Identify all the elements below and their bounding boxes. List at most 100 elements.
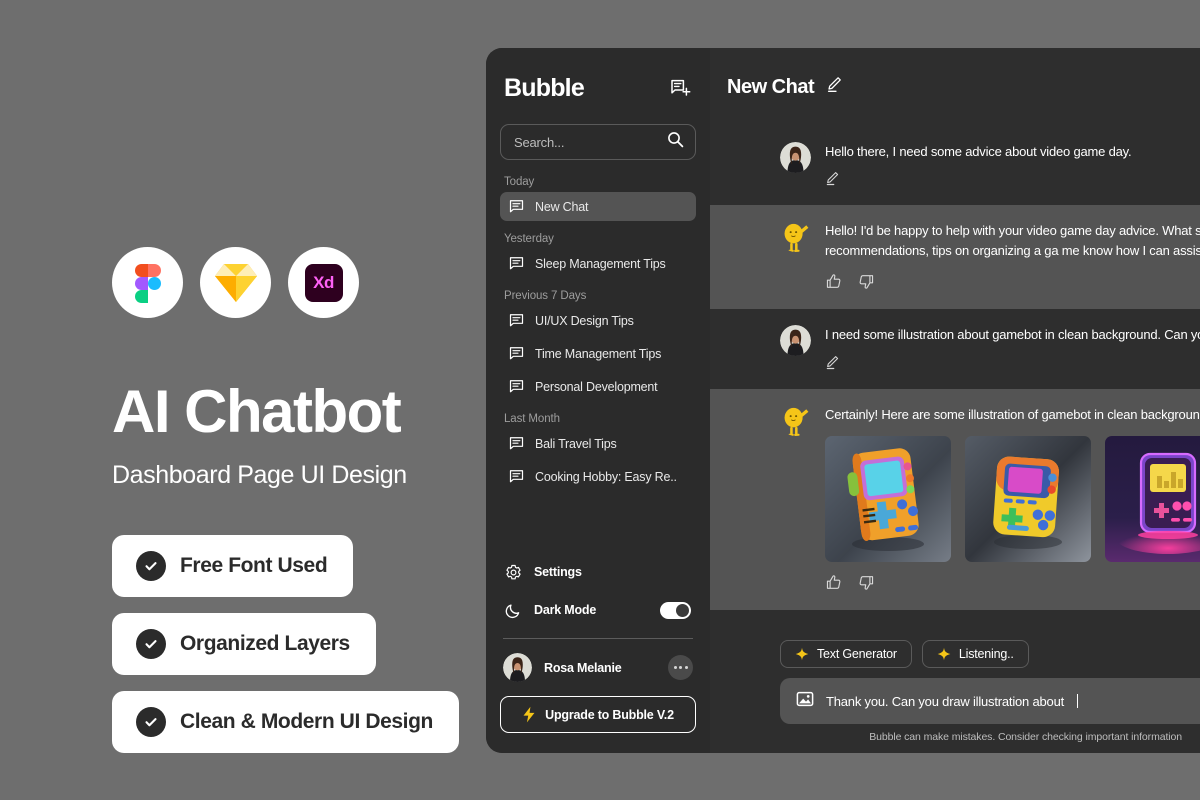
group-label: Today	[504, 176, 535, 188]
composer: Text Generator Listening.. Thank you. Ca…	[710, 628, 1200, 753]
message-input-bar[interactable]: Thank you. Can you draw illustration abo…	[780, 678, 1200, 724]
sidebar: Bubble Today	[486, 48, 710, 753]
edit-message-icon[interactable]	[825, 171, 840, 191]
chat-title: New Chat	[727, 75, 815, 98]
thumbs-down-icon[interactable]	[858, 273, 875, 295]
upgrade-button-label: Upgrade to Bubble V.2	[545, 707, 674, 722]
figma-logo	[112, 247, 183, 318]
chat-bubble-icon	[509, 200, 524, 213]
sidebar-item-ui-ux-design-tips[interactable]: UI/UX Design Tips	[500, 306, 696, 335]
sketch-diamond-icon	[214, 263, 257, 302]
message-row-user: I need some illustration about gamebot i…	[710, 309, 1200, 389]
message-text: I need some illustration about gamebot i…	[825, 327, 1200, 343]
message-row-user: Hello there, I need some advice about vi…	[710, 126, 1200, 206]
chat-bubble-icon	[509, 470, 524, 483]
chip-listening[interactable]: Listening..	[921, 640, 1029, 668]
user-menu-icon[interactable]	[668, 655, 693, 680]
chat-bubble-icon	[509, 257, 524, 270]
sidebar-item-label: Sleep Management Tips	[535, 256, 666, 271]
message-row-bot: Hello! I'd be happy to help with your vi…	[710, 205, 1200, 310]
gear-icon	[506, 564, 521, 579]
sidebar-item-new-chat[interactable]: New Chat	[500, 192, 696, 221]
message-actions	[825, 355, 1182, 375]
edit-title-icon[interactable]	[826, 76, 843, 98]
chat-panel: New Chat Hello there, I need some advice…	[710, 48, 1200, 753]
sidebar-group-previous-7-days: Previous 7 Days UI/UX Design Tips Time M…	[500, 290, 696, 401]
message-feedback	[825, 273, 1182, 295]
tool-logos: Xd	[112, 247, 359, 318]
gallery-image-orange-gamebot[interactable]	[825, 435, 951, 562]
sidebar-divider	[503, 638, 693, 639]
sidebar-item-label: Settings	[534, 565, 582, 579]
sidebar-item-time-management-tips[interactable]: Time Management Tips	[500, 339, 696, 368]
feature-badge: Organized Layers	[112, 613, 376, 675]
avatar	[780, 142, 811, 173]
sidebar-item-label: Personal Development	[535, 379, 658, 394]
chat-bubble-icon	[509, 347, 524, 360]
sidebar-group-last-month: Last Month Bali Travel Tips Cooking Hobb…	[500, 413, 696, 491]
feature-badge: Clean & Modern UI Design	[112, 691, 459, 753]
message-text: Certainly! Here are some illustration of…	[825, 406, 1200, 422]
check-circle-icon	[136, 629, 166, 659]
check-circle-icon	[136, 707, 166, 737]
sidebar-item-personal-development[interactable]: Personal Development	[500, 372, 696, 401]
gallery-image-yellow-gamebot[interactable]	[965, 435, 1091, 562]
chip-text-generator[interactable]: Text Generator	[780, 640, 912, 668]
chat-header: New Chat	[710, 48, 1200, 126]
user-profile-row[interactable]: Rosa Melanie	[500, 653, 696, 682]
lightning-bolt-icon	[523, 706, 535, 723]
message-text: Hello! I'd be happy to help with your vi…	[825, 223, 1200, 259]
message-actions	[825, 171, 1131, 191]
chip-label: Listening..	[958, 647, 1014, 661]
image-gallery	[825, 435, 1200, 562]
adobe-xd-mark: Xd	[304, 263, 343, 302]
thumbs-up-icon[interactable]	[825, 574, 842, 596]
sparkle-icon	[937, 647, 951, 661]
message-feedback	[825, 574, 1182, 596]
sketch-logo	[200, 247, 271, 318]
disclaimer-text: Bubble can make mistakes. Consider check…	[869, 731, 1182, 743]
edit-message-icon[interactable]	[825, 355, 840, 375]
avatar	[503, 653, 532, 682]
feature-badge: Free Font Used	[112, 535, 354, 597]
sidebar-item-cooking-hobby[interactable]: Cooking Hobby: Easy Re..	[500, 462, 696, 491]
thumbs-up-icon[interactable]	[825, 273, 842, 295]
user-name: Rosa Melanie	[544, 660, 622, 675]
image-attach-icon[interactable]	[796, 690, 814, 713]
sidebar-item-label: Bali Travel Tips	[535, 436, 617, 451]
promo-panel: Xd AI Chatbot Dashboard Page UI Design F…	[0, 0, 486, 800]
sidebar-group-today: Today New Chat	[500, 176, 696, 221]
check-circle-icon	[136, 551, 166, 581]
avatar	[780, 325, 811, 357]
dark-mode-toggle[interactable]	[660, 601, 691, 619]
suggestion-chips: Text Generator Listening..	[780, 640, 1182, 668]
group-label: Previous 7 Days	[504, 290, 587, 302]
search-icon[interactable]	[667, 131, 684, 153]
sidebar-item-dark-mode[interactable]: Dark Mode	[500, 595, 696, 625]
brand-logo: Bubble	[504, 74, 585, 102]
adobe-xd-logo: Xd	[288, 247, 359, 318]
sidebar-item-label: Time Management Tips	[535, 346, 662, 361]
chat-bubble-icon	[509, 314, 524, 327]
gallery-image-neon-gamebot[interactable]	[1105, 435, 1200, 562]
feature-badge-label: Free Font Used	[180, 554, 328, 577]
feature-badge-label: Clean & Modern UI Design	[180, 710, 433, 733]
sidebar-item-label: Cooking Hobby: Easy Re..	[535, 469, 677, 484]
sidebar-item-label: UI/UX Design Tips	[535, 313, 634, 328]
sidebar-item-bali-travel-tips[interactable]: Bali Travel Tips	[500, 429, 696, 458]
text-caret	[1077, 694, 1079, 708]
new-chat-icon[interactable]	[668, 77, 692, 101]
conversation-list: Today New Chat Yesterday Sleep Managemen…	[500, 176, 696, 491]
sidebar-item-sleep-management-tips[interactable]: Sleep Management Tips	[500, 249, 696, 278]
moon-icon	[505, 603, 520, 618]
group-label: Last Month	[504, 413, 560, 425]
page-subtitle: Dashboard Page UI Design	[112, 461, 407, 489]
sidebar-item-settings[interactable]: Settings	[500, 557, 696, 587]
message-input-value[interactable]: Thank you. Can you draw illustration abo…	[826, 694, 1064, 709]
search-box[interactable]	[500, 124, 696, 160]
bot-mascot-icon	[780, 221, 811, 253]
message-row-bot: Certainly! Here are some illustration of…	[710, 388, 1200, 610]
thumbs-down-icon[interactable]	[858, 574, 875, 596]
search-input[interactable]	[514, 134, 654, 150]
upgrade-button[interactable]: Upgrade to Bubble V.2	[500, 696, 696, 733]
